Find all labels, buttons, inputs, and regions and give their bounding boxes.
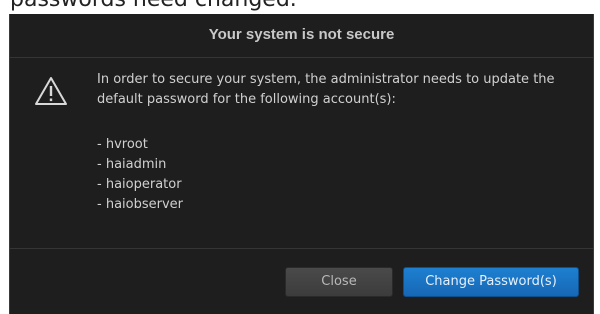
dialog-title: Your system is not secure	[10, 14, 593, 58]
page-heading: passwords need changed.	[10, 0, 297, 15]
dialog-footer: Close Change Password(s)	[10, 248, 593, 314]
change-password-button[interactable]: Change Password(s)	[403, 267, 579, 297]
dialog-body: In order to secure your system, the admi…	[10, 58, 593, 261]
account-item-hvroot: - hvroot	[97, 137, 148, 152]
security-message: In order to secure your system, the admi…	[97, 72, 555, 107]
close-button[interactable]: Close	[285, 267, 393, 297]
account-list: - hvroot - haiadmin - haioperator - haio…	[97, 135, 183, 215]
account-item-haioperator: - haioperator	[97, 177, 182, 192]
account-item-haiadmin: - haiadmin	[97, 157, 167, 172]
warning-triangle-icon	[34, 76, 68, 106]
account-item-haiobserver: - haiobserver	[97, 197, 183, 212]
security-warning-dialog: Your system is not secure In order to se…	[9, 14, 594, 314]
